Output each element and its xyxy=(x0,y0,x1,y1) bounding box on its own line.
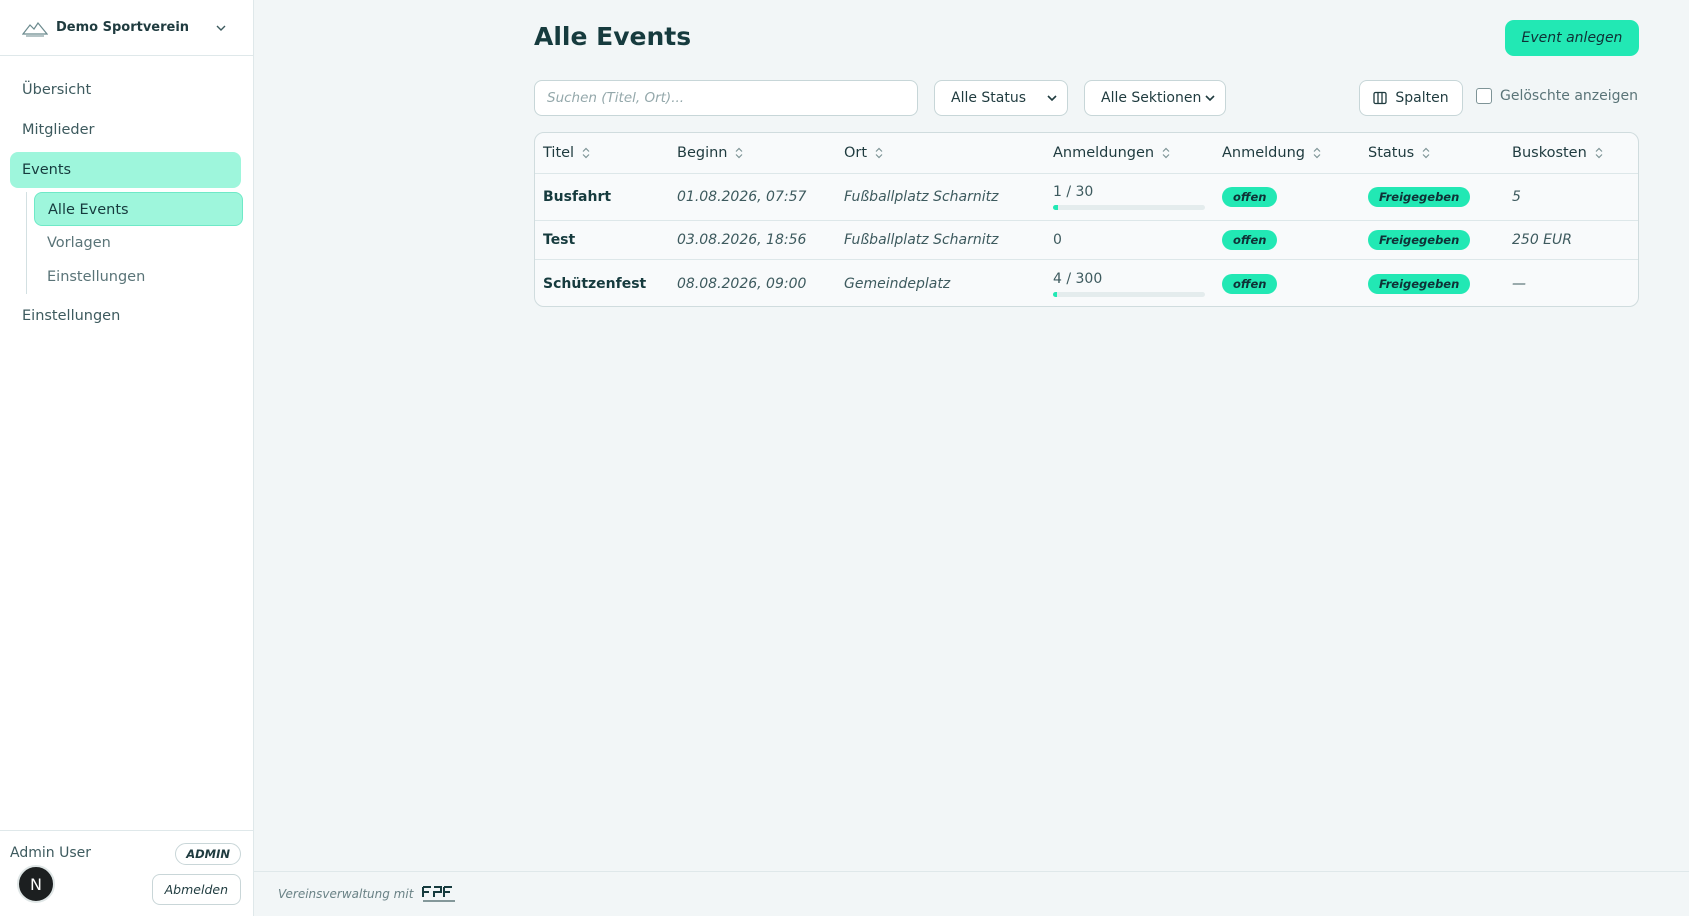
event-registrations: 0 xyxy=(1053,232,1062,248)
event-title[interactable]: Schützenfest xyxy=(543,260,646,306)
columns-button-label: Spalten xyxy=(1395,90,1449,106)
flow2finance-logo[interactable] xyxy=(421,884,459,904)
table-header-row: Titel Beginn Ort Anmeldungen Anmeldung S… xyxy=(535,133,1638,174)
nav-item-overview[interactable]: Übersicht xyxy=(10,72,241,108)
status-filter-select[interactable]: Alle Status xyxy=(934,80,1068,116)
event-registration-state: offen xyxy=(1222,260,1278,306)
event-start: 03.08.2026, 18:56 xyxy=(677,232,807,248)
chevron-down-icon[interactable] xyxy=(215,22,227,34)
columns-icon xyxy=(1373,91,1388,105)
sort-icon xyxy=(736,147,743,159)
events-table: Titel Beginn Ort Anmeldungen Anmeldung S… xyxy=(534,132,1639,307)
events-subnav: Alle Events Vorlagen Einstellungen xyxy=(26,192,253,294)
registration-badge: offen xyxy=(1222,230,1278,250)
nav-item-members[interactable]: Mitglieder xyxy=(10,112,241,148)
event-bus-cost: 250 EUR xyxy=(1512,232,1572,248)
role-badge: ADMIN xyxy=(175,843,241,865)
event-bus-cost: — xyxy=(1512,275,1526,292)
avatar[interactable]: N xyxy=(17,865,55,903)
event-registrations: 1 / 30 xyxy=(1053,174,1205,220)
event-location: Fußballplatz Scharnitz xyxy=(844,232,999,248)
show-deleted-label: Gelöschte anzeigen xyxy=(1500,88,1639,104)
col-header-registrations[interactable]: Anmeldungen xyxy=(1053,133,1171,173)
status-badge: Freigegeben xyxy=(1368,187,1471,207)
status-badge: Freigegeben xyxy=(1368,273,1471,294)
event-location: Fußballplatz Scharnitz xyxy=(844,189,999,205)
table-row[interactable]: Test 03.08.2026, 18:56 Fußballplatz Scha… xyxy=(535,221,1638,260)
registration-badge: offen xyxy=(1222,187,1278,207)
event-status: Freigegeben xyxy=(1368,260,1471,306)
sort-icon xyxy=(582,147,590,159)
col-header-registration[interactable]: Anmeldung xyxy=(1222,133,1322,173)
section-filter-select[interactable]: Alle Sektionen xyxy=(1084,80,1226,116)
col-header-bus-cost[interactable]: Buskosten xyxy=(1512,133,1604,173)
event-location: Gemeindeplatz xyxy=(844,275,951,292)
event-start: 08.08.2026, 09:00 xyxy=(677,275,807,292)
chevron-down-icon xyxy=(1205,95,1215,102)
footer-text: Vereinsverwaltung mit xyxy=(278,887,414,901)
registrations-progress-bar xyxy=(1053,291,1205,297)
club-name: Demo Sportverein xyxy=(56,20,190,35)
main-content: Alle Events Event anlegen Alle Status Al… xyxy=(254,0,1689,916)
registrations-count: 4 / 300 xyxy=(1053,270,1103,287)
show-deleted-toggle[interactable]: Gelöschte anzeigen xyxy=(1476,88,1638,104)
sort-icon xyxy=(1162,147,1170,159)
subnav-item-templates[interactable]: Vorlagen xyxy=(34,226,243,260)
columns-button[interactable]: Spalten xyxy=(1359,80,1463,116)
progress-fill xyxy=(1053,205,1059,210)
create-event-button[interactable]: Event anlegen xyxy=(1505,20,1639,56)
main-nav: Übersicht Mitglieder Events Alle Events … xyxy=(0,56,253,334)
event-registrations: 4 / 300 xyxy=(1053,260,1205,306)
event-registration-state: offen xyxy=(1222,221,1278,259)
registrations-count: 1 / 30 xyxy=(1053,184,1094,200)
event-registration-state: offen xyxy=(1222,174,1278,220)
sort-icon xyxy=(1422,147,1430,159)
nav-item-events[interactable]: Events xyxy=(10,152,241,188)
table-row[interactable]: Busfahrt 01.08.2026, 07:57 Fußballplatz … xyxy=(535,174,1638,221)
search-input[interactable] xyxy=(534,80,918,116)
sort-icon xyxy=(1313,147,1321,159)
chevron-down-icon xyxy=(1047,95,1057,102)
event-title[interactable]: Busfahrt xyxy=(543,174,611,220)
event-status: Freigegeben xyxy=(1368,174,1471,220)
section-filter-value: Alle Sektionen xyxy=(1101,90,1202,106)
registrations-progress-bar xyxy=(1053,205,1205,210)
progress-fill xyxy=(1053,291,1057,297)
user-panel: Admin User ADMIN N Abmelden xyxy=(0,830,253,916)
event-bus-cost: 5 xyxy=(1512,189,1521,205)
subnav-item-event-settings[interactable]: Einstellungen xyxy=(34,260,243,294)
event-status: Freigegeben xyxy=(1368,221,1471,259)
sort-icon xyxy=(1595,147,1603,159)
event-title[interactable]: Test xyxy=(543,221,575,259)
page-title: Alle Events xyxy=(534,22,692,51)
app-footer: Vereinsverwaltung mit xyxy=(254,871,1689,916)
club-logo-icon xyxy=(22,21,48,36)
subnav-item-all-events[interactable]: Alle Events xyxy=(34,192,243,226)
logout-button[interactable]: Abmelden xyxy=(151,874,241,905)
registration-badge: offen xyxy=(1222,273,1278,294)
status-filter-value: Alle Status xyxy=(951,90,1027,106)
user-name: Admin User xyxy=(10,845,91,861)
club-switcher[interactable]: Demo Sportverein xyxy=(0,0,253,56)
sidebar: Demo Sportverein Übersicht Mitglieder Ev… xyxy=(0,0,254,916)
nav-item-settings[interactable]: Einstellungen xyxy=(10,298,241,334)
event-start: 01.08.2026, 07:57 xyxy=(677,189,807,205)
col-header-status[interactable]: Status xyxy=(1368,133,1431,173)
show-deleted-checkbox[interactable] xyxy=(1476,88,1492,104)
col-header-title[interactable]: Titel xyxy=(543,133,591,173)
sort-icon xyxy=(875,147,883,159)
col-header-location[interactable]: Ort xyxy=(844,133,884,173)
col-header-start[interactable]: Beginn xyxy=(677,133,744,173)
status-badge: Freigegeben xyxy=(1368,230,1471,250)
table-row[interactable]: Schützenfest 08.08.2026, 09:00 Gemeindep… xyxy=(535,260,1638,306)
